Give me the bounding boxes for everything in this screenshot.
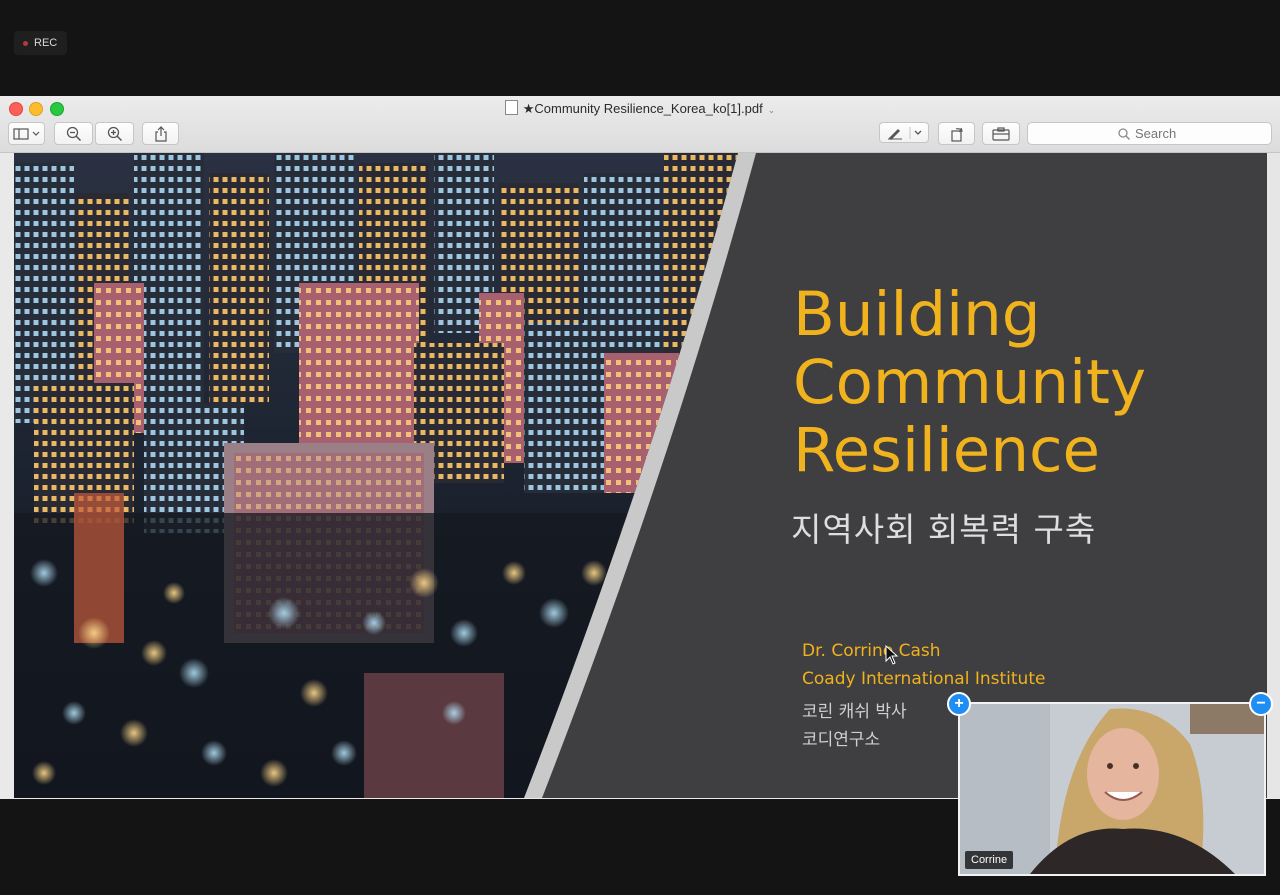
slide-title-line-3: Resilience: [793, 415, 1101, 486]
rotate-icon: [950, 127, 963, 142]
participant-video-feed: [960, 704, 1264, 874]
institute-name: Coady International Institute: [802, 669, 1046, 689]
search-input[interactable]: [1135, 126, 1181, 141]
recording-label: REC: [34, 37, 58, 49]
mouse-pointer-icon: [885, 645, 899, 665]
slide-subtitle-korean: 지역사회 회복력 구축: [791, 510, 1097, 549]
share-icon: [154, 125, 167, 142]
toolbox-icon: [992, 126, 1010, 141]
slide-title: Building Community Resilience: [793, 281, 1146, 485]
record-dot-icon: [23, 40, 28, 46]
participant-video-tile[interactable]: Corrine: [958, 702, 1266, 876]
rotate-button[interactable]: [938, 122, 975, 145]
search-field[interactable]: [1027, 122, 1272, 145]
zoom-in-icon: [107, 126, 122, 141]
recording-indicator: REC: [14, 31, 68, 55]
institute-name-korean: 코디연구소: [802, 730, 881, 750]
chevron-down-icon: ⌄: [767, 105, 776, 115]
pen-markup-icon: [888, 126, 922, 140]
markup-button[interactable]: [879, 122, 929, 143]
zoom-out-icon: [66, 126, 81, 141]
author-name-korean: 코린 캐쉬 박사: [802, 702, 907, 722]
preview-window: ★Community Resilience_Korea_ko[1].pdf ⌄: [0, 96, 1280, 799]
zoom-out-button[interactable]: [54, 122, 93, 145]
title-bar: ★Community Resilience_Korea_ko[1].pdf ⌄: [0, 96, 1280, 153]
window-title-area[interactable]: ★Community Resilience_Korea_ko[1].pdf ⌄: [0, 100, 1280, 117]
zoom-in-button[interactable]: [95, 122, 134, 145]
sidebar-toggle-button[interactable]: [8, 122, 45, 145]
author-name: Dr. Corrine Cash: [802, 641, 941, 661]
share-button[interactable]: [142, 122, 179, 145]
toolbox-button[interactable]: [982, 122, 1020, 145]
sidebar-icon: [12, 127, 39, 140]
slide-title-line-2: Community: [793, 347, 1147, 418]
search-icon: [1118, 127, 1130, 140]
pdf-document-icon: [504, 100, 518, 115]
window-title: ★Community Resilience_Korea_ko[1].pdf: [522, 101, 763, 116]
slide-title-line-1: Building: [793, 279, 1041, 350]
plus-icon: +: [954, 695, 964, 712]
participant-name-tag: Corrine: [965, 851, 1014, 869]
collapse-video-button[interactable]: −: [1249, 692, 1273, 716]
minus-icon: −: [1256, 695, 1266, 712]
expand-video-button[interactable]: +: [947, 692, 971, 716]
